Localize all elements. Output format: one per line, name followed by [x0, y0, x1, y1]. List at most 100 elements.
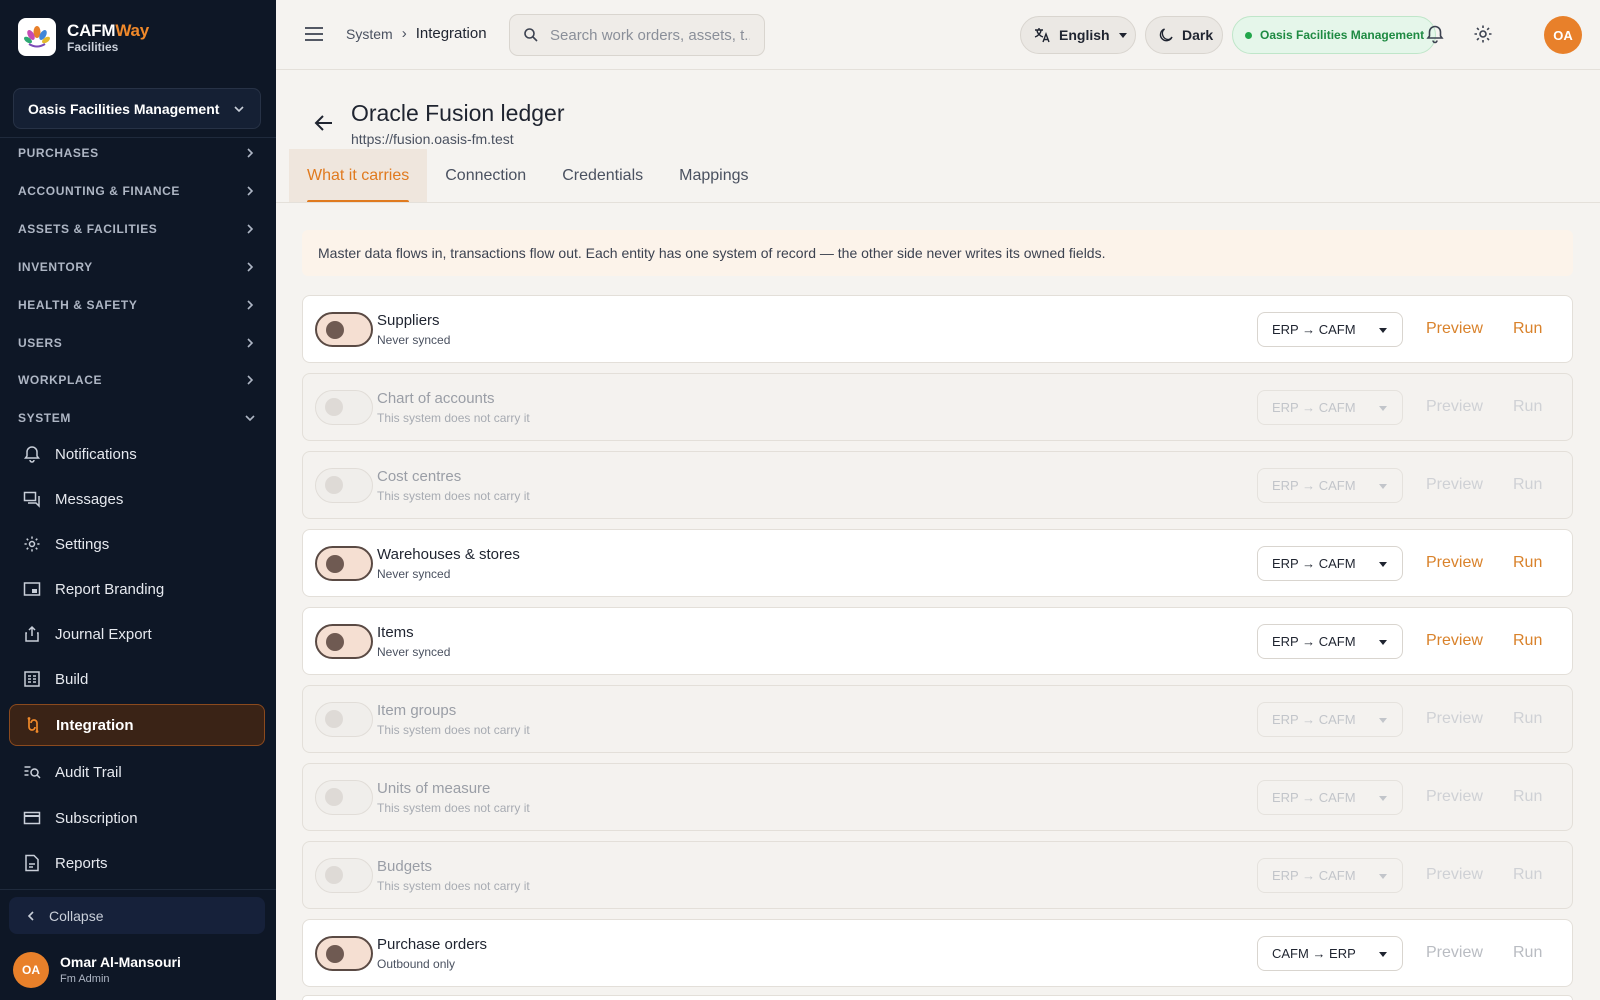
direction-select[interactable]: ERP → CAFM — [1257, 468, 1403, 503]
direction-select[interactable]: ERP → CAFM — [1257, 702, 1403, 737]
sidebar-item-report-branding[interactable]: Report Branding — [9, 568, 265, 610]
entity-toggle[interactable] — [315, 702, 373, 737]
entity-name: Purchase orders — [377, 936, 488, 953]
entity-name: Suppliers — [377, 312, 440, 329]
breadcrumb: System › Integration — [346, 25, 487, 42]
translate-icon — [1034, 28, 1050, 43]
tab-credentials[interactable]: Credentials — [544, 149, 661, 203]
run-button[interactable]: Run — [1513, 398, 1542, 416]
branding-icon — [21, 578, 43, 600]
gear-icon — [21, 533, 43, 555]
sidebar-item-subscription[interactable]: Subscription — [9, 797, 265, 839]
entity-row-items: Items Never synced ERP → CAFM Preview Ru… — [302, 607, 1573, 675]
run-button[interactable]: Run — [1513, 788, 1542, 806]
sidebar-item-audit-trail[interactable]: Audit Trail — [9, 751, 265, 793]
run-button[interactable]: Run — [1513, 866, 1542, 884]
entity-toggle[interactable] — [315, 312, 373, 347]
entity-toggle[interactable] — [315, 546, 373, 581]
entity-toggle[interactable] — [315, 858, 373, 893]
preview-button[interactable]: Preview — [1426, 866, 1483, 884]
collapse-sidebar-button[interactable]: Collapse — [9, 897, 265, 934]
tab-mappings[interactable]: Mappings — [661, 149, 766, 203]
sidebar-item-settings[interactable]: Settings — [9, 523, 265, 565]
run-button[interactable]: Run — [1513, 554, 1542, 572]
preview-button[interactable]: Preview — [1426, 710, 1483, 728]
preview-button[interactable]: Preview — [1426, 320, 1483, 338]
sidebar-item-journal-export[interactable]: Journal Export — [9, 613, 265, 655]
preview-button[interactable]: Preview — [1426, 632, 1483, 650]
nav-section-workplace[interactable]: WORKPLACE — [0, 365, 276, 395]
search-input[interactable] — [550, 26, 750, 44]
entity-toggle[interactable] — [315, 390, 373, 425]
toggle-knob — [325, 476, 343, 494]
entity-status: Outbound only — [377, 957, 456, 971]
entity-toggle[interactable] — [315, 468, 373, 503]
theme-toggle-button[interactable]: Dark — [1145, 16, 1223, 54]
sidebar-item-integration[interactable]: Integration — [9, 704, 265, 746]
nav-section-purchases[interactable]: PURCHASES — [0, 138, 276, 168]
entity-row-partial — [302, 995, 1573, 1000]
user-avatar[interactable]: OA — [1544, 16, 1582, 54]
nav-section-system[interactable]: SYSTEM — [0, 403, 276, 433]
menu-icon[interactable] — [304, 25, 324, 48]
direction-select[interactable]: ERP → CAFM — [1257, 390, 1403, 425]
run-button[interactable]: Run — [1513, 632, 1542, 650]
direction-select[interactable]: ERP → CAFM — [1257, 858, 1403, 893]
entity-name: Cost centres — [377, 468, 462, 485]
entity-toggle[interactable] — [315, 936, 373, 971]
entity-toggle[interactable] — [315, 780, 373, 815]
chevron-right-icon — [247, 338, 254, 348]
chevron-right-icon — [247, 186, 254, 196]
brand[interactable]: CAFMWay Facilities — [18, 18, 149, 56]
run-button[interactable]: Run — [1513, 710, 1542, 728]
language-selector[interactable]: English — [1020, 16, 1136, 54]
preview-button[interactable]: Preview — [1426, 788, 1483, 806]
sidebar-item-notifications[interactable]: Notifications — [9, 433, 265, 475]
breadcrumb-separator: › — [401, 25, 407, 42]
preview-button[interactable]: Preview — [1426, 554, 1483, 572]
notifications-bell-icon[interactable] — [1425, 24, 1445, 49]
sidebar-item-reports[interactable]: Reports — [9, 842, 265, 884]
run-button[interactable]: Run — [1513, 320, 1542, 338]
settings-gear-icon[interactable] — [1473, 24, 1493, 49]
nav-section-assets-facilities[interactable]: ASSETS & FACILITIES — [0, 214, 276, 244]
sidebar-item-messages[interactable]: Messages — [9, 478, 265, 520]
direction-select[interactable]: ERP → CAFM — [1257, 312, 1403, 347]
nav-section-users[interactable]: USERS — [0, 328, 276, 358]
search-box[interactable] — [509, 14, 765, 56]
entity-toggle[interactable] — [315, 624, 373, 659]
theme-label: Dark — [1182, 27, 1214, 43]
caret-down-icon — [1379, 483, 1387, 489]
caret-down-icon — [1379, 327, 1387, 333]
organization-selector[interactable]: Oasis Facilities Management — [13, 88, 261, 129]
tab-what-it-carries[interactable]: What it carries — [289, 149, 428, 203]
run-button[interactable]: Run — [1513, 944, 1542, 962]
run-button[interactable]: Run — [1513, 476, 1542, 494]
page-title: Oracle Fusion ledger — [351, 100, 565, 126]
entity-name: Warehouses & stores — [377, 546, 520, 563]
back-arrow-icon[interactable] — [313, 112, 335, 139]
direction-select[interactable]: ERP → CAFM — [1257, 780, 1403, 815]
tab-connection[interactable]: Connection — [427, 149, 544, 203]
preview-button[interactable]: Preview — [1426, 944, 1483, 962]
nav-section-health-safety[interactable]: HEALTH & SAFETY — [0, 290, 276, 320]
avatar: OA — [13, 952, 49, 988]
entity-status: This system does not carry it — [377, 489, 530, 503]
nav-section-accounting-finance[interactable]: ACCOUNTING & FINANCE — [0, 176, 276, 206]
breadcrumb-system[interactable]: System — [346, 26, 393, 42]
caret-down-icon — [1379, 405, 1387, 411]
direction-select[interactable]: ERP → CAFM — [1257, 624, 1403, 659]
nav-section-inventory[interactable]: INVENTORY — [0, 252, 276, 282]
preview-button[interactable]: Preview — [1426, 476, 1483, 494]
preview-button[interactable]: Preview — [1426, 398, 1483, 416]
direction-select[interactable]: ERP → CAFM — [1257, 546, 1403, 581]
current-user[interactable]: OA Omar Al-Mansouri Fm Admin — [13, 952, 181, 988]
entity-row-warehouses-stores: Warehouses & stores Never synced ERP → C… — [302, 529, 1573, 597]
sidebar-item-build[interactable]: Build — [9, 658, 265, 700]
brand-name: CAFMWay — [67, 20, 150, 40]
caret-down-icon — [1379, 639, 1387, 645]
direction-select[interactable]: CAFM → ERP — [1257, 936, 1403, 971]
chevron-right-icon — [247, 300, 254, 310]
entity-row-units-of-measure: Units of measure This system does not ca… — [302, 763, 1573, 831]
organization-status-badge[interactable]: Oasis Facilities Management — [1232, 16, 1436, 54]
